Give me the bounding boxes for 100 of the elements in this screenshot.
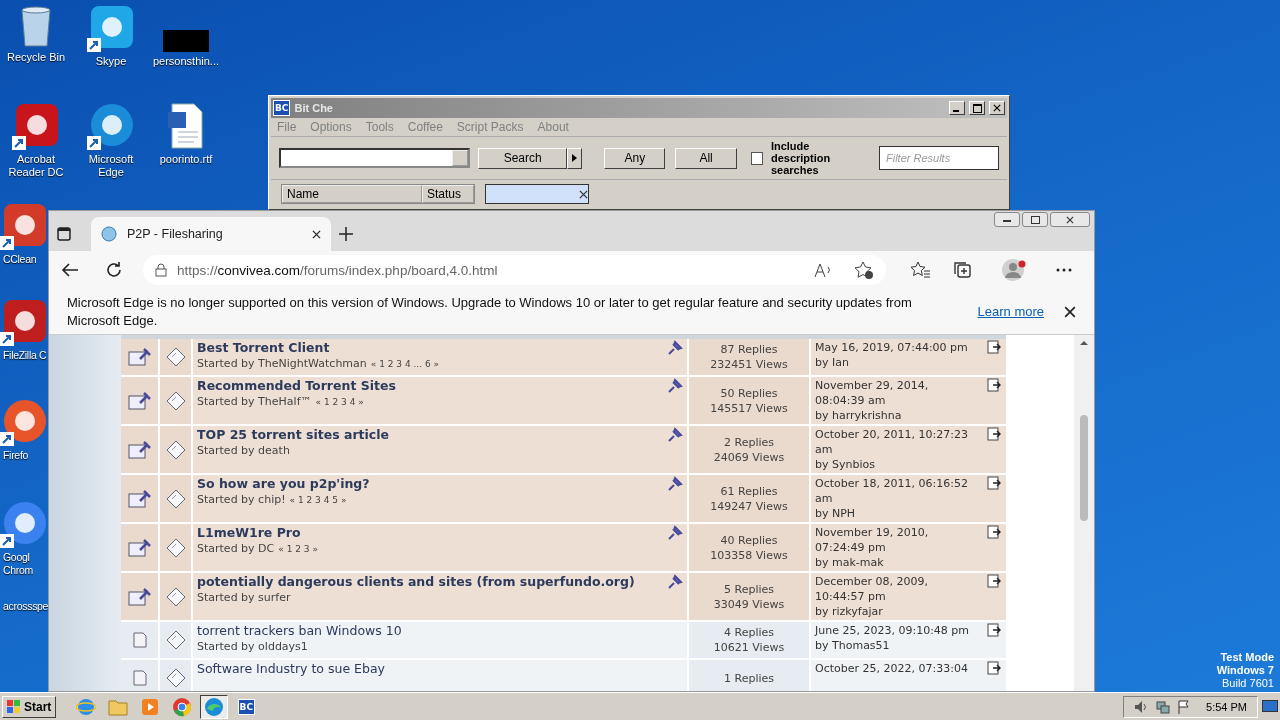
back-icon[interactable] [61, 262, 79, 278]
close-icon [312, 229, 321, 239]
icon-label[interactable]: Acrobat Reader DC [0, 153, 72, 179]
app-shortcut-icon [0, 500, 48, 548]
pin-icon [667, 378, 683, 394]
checkbox[interactable] [750, 151, 763, 165]
diamond-icon [165, 488, 186, 509]
pin-icon [667, 574, 683, 590]
topic-title-link[interactable]: So how are you p2p'ing? [197, 476, 370, 492]
clock[interactable]: 5:54 PM [1206, 700, 1247, 713]
flag-icon[interactable] [1178, 699, 1191, 714]
plus-icon[interactable] [339, 227, 353, 241]
icon-label[interactable]: Recycle Bin [0, 51, 72, 64]
post-author: by mak-mak [815, 555, 885, 570]
speaker-icon[interactable] [1134, 699, 1149, 714]
refresh-icon[interactable] [105, 261, 123, 279]
topic-title-link[interactable]: potentially dangerous clients and sites (from superfundo.org) [197, 574, 635, 590]
topic-title-link[interactable]: torrent trackers ban Windows 10 [197, 623, 402, 639]
diamond-icon [165, 630, 186, 650]
views-text: 10621 Views [713, 640, 785, 655]
topic-title-link[interactable]: TOP 25 torrent sites article [197, 427, 389, 443]
starter-text: Started by TheNightWatchman [197, 356, 367, 371]
collections-icon[interactable] [954, 261, 974, 279]
replies-text: 5 Replies [724, 581, 774, 597]
views-text: 103358 Views [710, 547, 788, 563]
icon-label[interactable]: acrossspe [0, 600, 48, 613]
last-post-icon [987, 340, 1002, 354]
starter-text: Started by chip! [197, 492, 286, 507]
show-desktop-icon[interactable] [1262, 699, 1278, 714]
last-post-icon [987, 427, 1002, 441]
replies-text: 2 Replies [724, 434, 774, 450]
search-button[interactable]: Search [478, 147, 568, 169]
address-bar[interactable]: https://convivea.com/forums/index.php/board,4.0.html [143, 255, 886, 285]
taskbar-button[interactable]: BC [232, 694, 261, 719]
last-post-icon [987, 525, 1002, 539]
app-shortcut-icon [12, 102, 60, 150]
post-author: by NPH [815, 506, 857, 521]
browser-tab[interactable]: P2P - Filesharing [91, 217, 331, 251]
more-icon[interactable] [1056, 268, 1072, 272]
checkbox-label: Include description searches [770, 140, 832, 176]
match-button[interactable]: All [675, 147, 737, 169]
last-post-icon [987, 476, 1002, 490]
favorites-icon[interactable] [910, 261, 930, 279]
learn-more-link[interactable]: Learn more [977, 304, 1044, 319]
windows-flag-icon [7, 699, 21, 714]
post-date: October 25, 2022, 07:33:04 [815, 661, 969, 676]
scrollbar[interactable] [1074, 335, 1094, 691]
topic-title-link[interactable]: L1meW1re Pro [197, 525, 318, 541]
test-mode-text: Build 7601 [1222, 677, 1274, 690]
app-shortcut-icon [87, 102, 135, 150]
app-shortcut-icon [0, 298, 48, 346]
icon-label[interactable]: Googl Chrom [0, 551, 48, 577]
post-author: by Thomas51 [815, 638, 891, 653]
page-links[interactable]: « 1 2 3 » [278, 542, 318, 557]
last-post-icon [987, 661, 1002, 675]
icon-label[interactable]: personsthin... [150, 55, 222, 68]
close-icon [1066, 215, 1074, 224]
caret-icon [572, 154, 578, 162]
page-icon [132, 632, 147, 648]
diamond-icon [165, 347, 186, 367]
star-plus-icon[interactable] [854, 261, 874, 279]
minimize-button[interactable] [994, 212, 1020, 227]
page-links[interactable]: « 1 2 3 4 5 » [289, 493, 347, 508]
filter-field[interactable]: Filter Results [878, 146, 999, 170]
starter-text: Started by olddays1 [197, 639, 308, 654]
page-links[interactable]: « 1 2 3 4 ... 6 » [370, 357, 440, 372]
start-button[interactable]: Start [2, 695, 57, 718]
app-logo: BC [273, 100, 291, 116]
dropdown-button[interactable] [567, 147, 583, 169]
column-header[interactable]: Name [282, 185, 422, 203]
topic-title-link[interactable]: Software Industry to sue Ebay [197, 661, 385, 677]
icon-label[interactable]: CClean [0, 253, 48, 266]
replies-text: 87 Replies [720, 342, 778, 357]
replies-text: 61 Replies [720, 483, 778, 499]
icon-label[interactable]: Skype [75, 55, 147, 68]
icon-label[interactable]: FileZilla C [0, 349, 48, 362]
taskbar-button[interactable] [200, 694, 229, 719]
round-browser-icon [172, 696, 193, 717]
views-text: 145517 Views [710, 400, 788, 416]
maximize-button[interactable] [969, 101, 985, 115]
app-logo: BC [237, 698, 256, 715]
icon-label[interactable]: poorinto.rtf [150, 153, 222, 166]
result-tab[interactable] [485, 184, 589, 204]
views-text: 149247 Views [710, 498, 788, 514]
diamond-icon [165, 439, 186, 460]
match-button[interactable]: Any [604, 147, 666, 169]
search-combo-box[interactable] [279, 148, 471, 168]
network-icon[interactable] [1156, 699, 1171, 714]
column-header[interactable]: Status [422, 185, 474, 203]
topic-title-link[interactable]: Best Torrent Client [197, 340, 440, 356]
last-post-icon [987, 574, 1002, 588]
media-player-icon [141, 697, 160, 716]
icon-label[interactable]: Firefo [0, 449, 48, 462]
thumbnail-icon [163, 30, 209, 52]
page-links[interactable]: « 1 2 3 4 » [315, 395, 364, 410]
diamond-icon [165, 390, 186, 411]
topic-title-link[interactable]: Recommended Torrent Sites [197, 378, 396, 394]
icon-label[interactable]: Microsoft Edge [75, 153, 147, 179]
avatar-icon[interactable] [1002, 258, 1028, 282]
restore-button[interactable] [1022, 212, 1048, 227]
